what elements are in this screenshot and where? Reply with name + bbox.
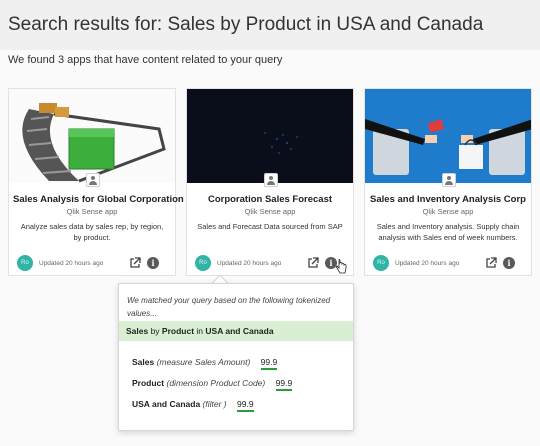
- app-description: Sales and Inventory analysis. Supply cha…: [376, 222, 520, 242]
- avatar: Ro: [195, 255, 211, 271]
- popup-intro: We matched your query based on the follo…: [127, 296, 331, 318]
- info-icon[interactable]: i: [503, 257, 515, 269]
- app-type-icon: [86, 173, 100, 187]
- app-title[interactable]: Sales Analysis for Global Corporation: [13, 194, 184, 205]
- match-score: 99.9: [237, 399, 254, 412]
- app-type: Qlik Sense app: [244, 207, 296, 216]
- results-summary: We found 3 apps that have content relate…: [8, 54, 283, 66]
- match-row: Product (dimension Product Code) 99.9: [132, 378, 293, 391]
- match-row: USA and Canada (filter ) 99.9: [132, 399, 254, 412]
- updated-time: Updated 20 hours ago: [217, 260, 282, 267]
- match-keyword: Product: [132, 378, 165, 388]
- app-card-3[interactable]: Sales and Inventory Analysis Corp Qlik S…: [364, 88, 532, 276]
- query-text: by: [148, 326, 162, 336]
- app-type: Qlik Sense app: [422, 207, 474, 216]
- card-footer: Ro Updated 20 hours ago i: [17, 255, 167, 273]
- app-type: Qlik Sense app: [66, 207, 118, 216]
- card-footer: Ro Updated 20 hours ago i: [195, 255, 347, 274]
- app-card-2[interactable]: Corporation Sales Forecast Qlik Sense ap…: [186, 88, 354, 276]
- app-description: Sales and Forecast Data sourced from SAP: [197, 222, 343, 231]
- updated-time: Updated 20 hours ago: [395, 260, 460, 267]
- avatar: Ro: [17, 255, 33, 271]
- app-title[interactable]: Sales and Inventory Analysis Corp: [369, 194, 527, 205]
- avatar: Ro: [373, 255, 389, 271]
- match-row: Sales (measure Sales Amount) 99.9: [132, 357, 278, 370]
- hand-cursor-icon: [336, 259, 347, 274]
- query-token: Product: [161, 326, 195, 336]
- app-thumbnail-2: [187, 89, 353, 183]
- open-external-icon[interactable]: [307, 257, 319, 269]
- match-keyword: Sales: [132, 357, 155, 367]
- open-external-icon[interactable]: [485, 257, 497, 269]
- match-score: 99.9: [275, 378, 293, 391]
- app-title[interactable]: Corporation Sales Forecast: [191, 194, 349, 205]
- page-header: Search results for: Sales by Product in …: [0, 0, 540, 50]
- card-footer: Ro Updated 20 hours ago i: [373, 255, 523, 273]
- match-details-popup: We matched your query based on the follo…: [118, 283, 354, 431]
- app-description: Analyze sales data by sales rep, by regi…: [20, 222, 164, 242]
- open-external-icon[interactable]: [129, 257, 141, 269]
- query-highlight: Sales by Product in USA and Canada: [119, 321, 353, 341]
- match-keyword: USA and Canada: [132, 399, 201, 409]
- query-token: USA and Canada: [205, 326, 274, 336]
- query-text: in: [194, 326, 206, 336]
- match-hint: (measure Sales Amount): [156, 357, 251, 367]
- app-type-icon: [442, 173, 456, 187]
- app-thumbnail-1: [9, 89, 175, 183]
- updated-time: Updated 20 hours ago: [39, 260, 104, 267]
- app-type-icon: [264, 173, 278, 187]
- match-hint: (dimension Product Code): [166, 378, 266, 388]
- match-hint: (filter ): [202, 399, 227, 409]
- app-card-1[interactable]: Sales Analysis for Global Corporation Ql…: [8, 88, 184, 276]
- match-score: 99.9: [260, 357, 278, 370]
- page-title: Search results for: Sales by Product in …: [8, 14, 484, 35]
- info-icon[interactable]: i: [147, 257, 159, 269]
- query-token: Sales: [126, 326, 149, 336]
- app-thumbnail-3: [365, 89, 531, 183]
